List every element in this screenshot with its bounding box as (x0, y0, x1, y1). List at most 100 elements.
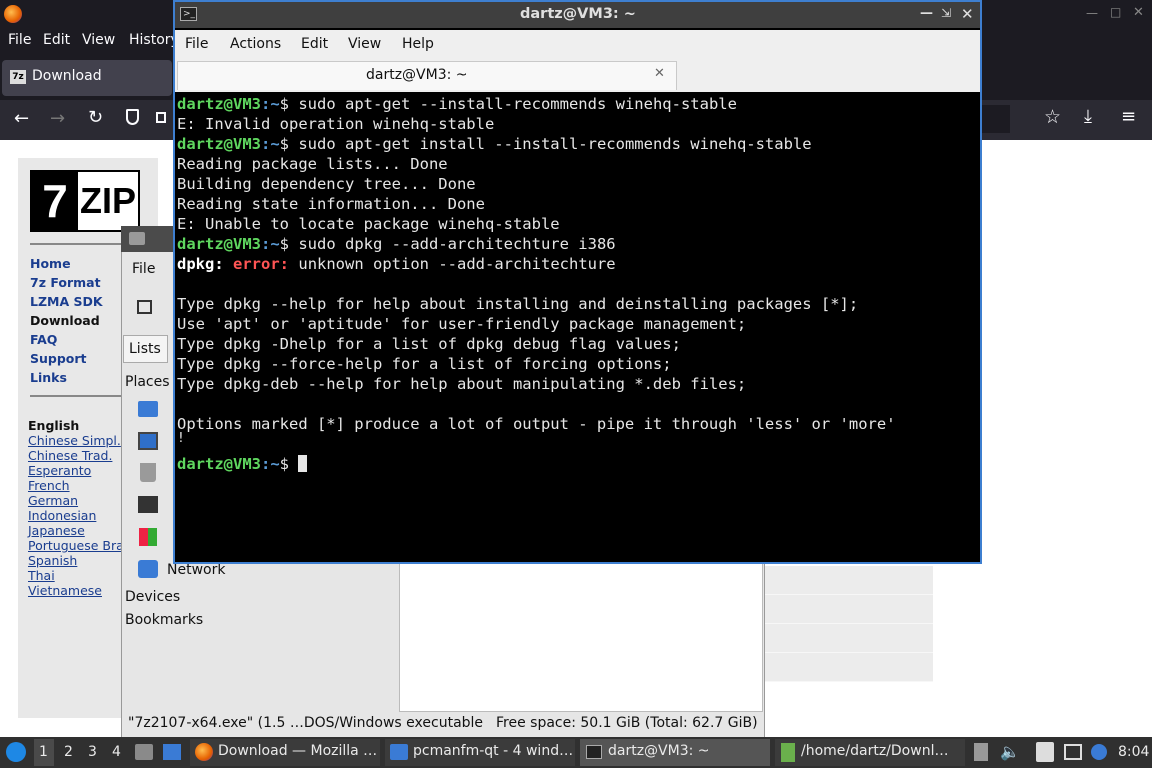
terminal-line: Reading package lists... Done (177, 155, 448, 173)
lang-link[interactable]: Esperanto (28, 463, 91, 478)
lang-link[interactable]: French (28, 478, 70, 493)
task-archive[interactable]: /home/dartz/Downl… (775, 739, 965, 766)
applications-icon[interactable] (139, 528, 157, 546)
url-bar[interactable] (980, 105, 1010, 133)
maximize-icon[interactable]: □ (1110, 5, 1121, 19)
desktop-1[interactable]: 1 (39, 744, 48, 760)
desktop-2[interactable]: 2 (64, 744, 73, 760)
nav-lzma-sdk[interactable]: LZMA SDK (30, 294, 103, 309)
terminal-line: Building dependency tree... Done (177, 175, 476, 193)
app-menu-icon[interactable]: ≡ (1121, 106, 1136, 127)
menu-edit[interactable]: Edit (43, 32, 70, 48)
new-tab-icon[interactable] (137, 300, 152, 314)
folder-icon (390, 744, 408, 760)
nav-support[interactable]: Support (30, 351, 87, 366)
home-folder-icon[interactable] (138, 401, 158, 417)
fm-statusbar: "7z2107-x64.exe" (1.5 …DOS/Windows execu… (122, 712, 762, 736)
close-icon[interactable]: ✕ (1133, 5, 1144, 20)
menu-file[interactable]: File (8, 32, 31, 48)
lang-link[interactable]: Chinese Simpl. (28, 433, 121, 448)
term-menu-help[interactable]: Help (402, 36, 434, 52)
tab-lists[interactable]: Lists (123, 335, 168, 363)
menu-history[interactable]: History (129, 32, 179, 48)
firefox-icon (4, 5, 22, 23)
show-desktop-icon[interactable] (163, 744, 181, 760)
clipboard-icon[interactable] (974, 743, 988, 761)
downloads-icon[interactable]: ⤓ (1084, 106, 1092, 127)
places-header[interactable]: Places (125, 374, 170, 390)
firefox-tab[interactable]: 7z Download (2, 60, 172, 96)
file-list-view[interactable] (399, 560, 763, 712)
7zip-logo: 7 ZIP (30, 170, 140, 232)
terminal-line: dpkg: error: unknown option --add-archit… (177, 255, 616, 273)
fm-menu-file[interactable]: File (132, 261, 155, 277)
lang-link[interactable]: German (28, 493, 78, 508)
notification-icon[interactable] (1091, 744, 1107, 760)
terminal-line: Reading state information... Done (177, 195, 485, 213)
term-menu-view[interactable]: View (348, 36, 381, 52)
terminal-menubar: File Actions Edit View Help (175, 30, 980, 60)
computer-icon[interactable] (138, 496, 158, 513)
terminal-line: Type dpkg-deb --help for help about mani… (177, 375, 747, 393)
term-menu-file[interactable]: File (185, 36, 208, 52)
devices-header[interactable]: Devices (125, 589, 180, 605)
places-network[interactable]: Network (167, 562, 225, 578)
7zip-favicon-icon: 7z (10, 70, 26, 84)
minimize-icon[interactable]: — (920, 6, 933, 21)
terminal-line: ! (177, 431, 185, 446)
terminal-titlebar[interactable]: >_ dartz@VM3: ~ — ⇲ ✕ (175, 2, 980, 28)
lang-link[interactable]: Indonesian (28, 508, 96, 523)
status-free-space: Free space: 50.1 GiB (Total: 62.7 GiB) (496, 715, 758, 731)
desktop-4[interactable]: 4 (112, 744, 121, 760)
nav-home[interactable]: Home (30, 256, 71, 271)
term-menu-actions[interactable]: Actions (230, 36, 281, 52)
file-manager-launcher-icon[interactable] (135, 744, 153, 760)
task-pcmanfm[interactable]: pcmanfm-qt - 4 wind… (385, 739, 575, 766)
minimize-icon[interactable]: — (1086, 6, 1098, 20)
back-icon[interactable]: ← (14, 108, 29, 129)
lang-link[interactable]: Spanish (28, 553, 77, 568)
term-menu-edit[interactable]: Edit (301, 36, 328, 52)
close-tab-icon[interactable]: ✕ (654, 66, 665, 81)
lock-icon[interactable] (156, 112, 166, 123)
task-firefox[interactable]: Download — Mozilla … (190, 739, 380, 766)
bookmark-star-icon[interactable]: ☆ (1044, 106, 1061, 128)
lang-link[interactable]: Vietnamese (28, 583, 102, 598)
volume-icon[interactable]: 🔈 (1000, 742, 1020, 761)
notes-icon[interactable] (1036, 742, 1054, 762)
status-selected-file: "7z2107-x64.exe" (1.5 …DOS/Windows execu… (128, 715, 484, 731)
bookmarks-header[interactable]: Bookmarks (125, 612, 203, 628)
firefox-tab-label: Download (32, 68, 102, 84)
task-label: pcmanfm-qt - 4 wind… (413, 743, 574, 759)
start-menu-icon[interactable] (6, 742, 26, 762)
terminal-line: Options marked [*] produce a lot of outp… (177, 415, 896, 433)
lang-link[interactable]: Thai (28, 568, 55, 583)
terminal-tab[interactable]: dartz@VM3: ~ ✕ (177, 61, 677, 90)
lang-link[interactable]: Chinese Trad. (28, 448, 112, 463)
terminal-line: Type dpkg --help for help about installi… (177, 295, 859, 313)
tab-lists-label: Lists (129, 341, 161, 357)
reload-icon[interactable]: ↻ (88, 107, 103, 128)
network-status-icon[interactable] (1064, 744, 1082, 760)
nav-links[interactable]: Links (30, 370, 67, 385)
shield-icon[interactable] (126, 109, 139, 125)
nav-download[interactable]: Download (30, 313, 100, 328)
nav-7z-format[interactable]: 7z Format (30, 275, 101, 290)
terminal-icon (586, 745, 602, 759)
restore-icon[interactable]: ⇲ (941, 6, 951, 20)
trash-icon[interactable] (140, 463, 156, 482)
terminal-icon: >_ (180, 7, 197, 21)
desktop-3[interactable]: 3 (88, 744, 97, 760)
lang-link[interactable]: Portuguese Braz (28, 538, 130, 553)
close-icon[interactable]: ✕ (961, 5, 974, 23)
current-language: English (28, 418, 80, 433)
nav-faq[interactable]: FAQ (30, 332, 57, 347)
lang-link[interactable]: Japanese (28, 523, 85, 538)
clock[interactable]: 8:04 (1118, 744, 1149, 760)
network-icon[interactable] (138, 560, 158, 578)
menu-view[interactable]: View (82, 32, 115, 48)
terminal-cursor (298, 455, 308, 472)
task-terminal[interactable]: dartz@VM3: ~ (580, 739, 770, 766)
forward-icon[interactable]: → (50, 108, 65, 129)
desktop-icon[interactable] (138, 432, 158, 450)
